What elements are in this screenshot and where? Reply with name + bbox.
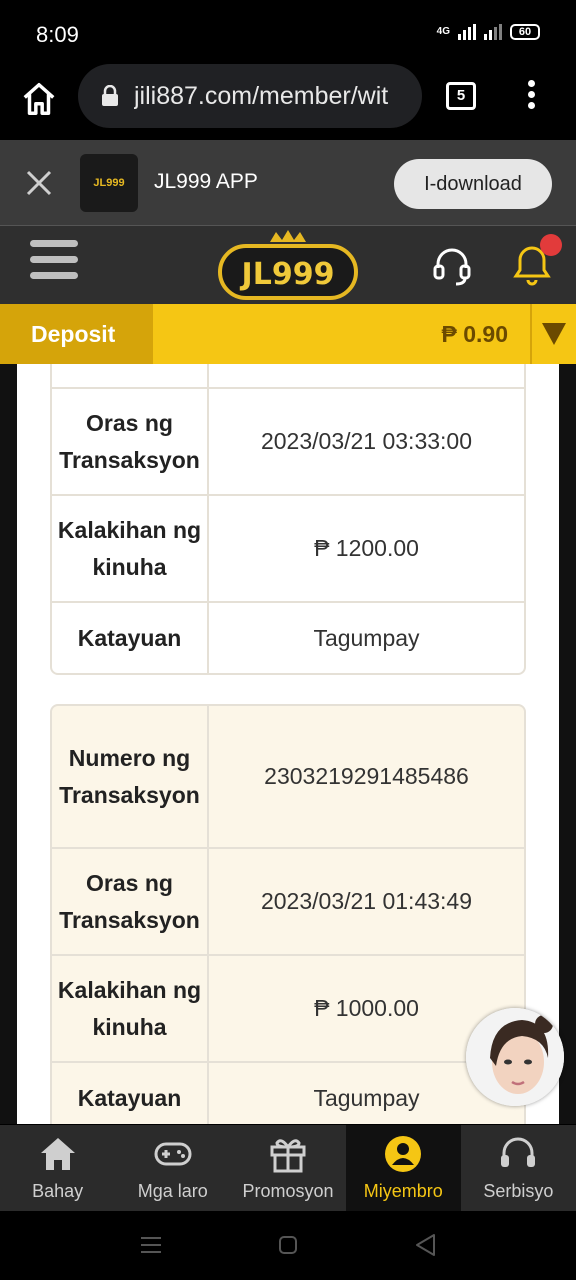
nav-label: Promosyon: [242, 1181, 334, 1201]
nav-label: Miyembro: [363, 1181, 443, 1201]
app-logo-text: JL999: [93, 177, 125, 189]
notification-bell-icon[interactable]: [510, 234, 562, 286]
tab-switcher-button[interactable]: 5: [446, 82, 476, 110]
table-row: Katayuan Tagumpay: [52, 603, 524, 673]
balance-dropdown-button[interactable]: [530, 304, 576, 364]
home-icon: [40, 1138, 75, 1170]
status-bar: 8:09 4G 60: [0, 0, 576, 64]
gamepad-icon: [154, 1142, 192, 1166]
nav-item-mga-laro[interactable]: Mga laro: [115, 1125, 230, 1211]
app-banner: JL999 JL999 APP I-download: [0, 140, 576, 226]
row-label: Oras ng Transaksyon: [52, 849, 209, 954]
table-row: Kalakihan ng kinuha ₱ 1000.00: [52, 956, 524, 1063]
transaction-card: Numero ng Transaksyon 2303219291485486 O…: [50, 704, 526, 1124]
table-row: Katayuan Tagumpay: [52, 1063, 524, 1124]
notification-badge: [540, 234, 562, 256]
status-time: 8:09: [36, 22, 79, 47]
row-value: 2303219291485486: [264, 763, 469, 789]
row-label: Numero ng Transaksyon: [52, 706, 209, 847]
table-row: Kalakihan ng kinuha ₱ 1200.00: [52, 496, 524, 603]
brand-text: JL999: [240, 257, 335, 292]
row-value: 2023/03/21 01:43:49: [260, 888, 473, 914]
brand-logo[interactable]: JL999: [214, 228, 362, 302]
agent-face-icon: [466, 1008, 564, 1106]
table-row: Oras ng Transaksyon 2023/03/21 03:33:00: [52, 389, 524, 496]
bottom-navigation: Bahay Mga laro Promosyon Miyembro Serbis…: [0, 1125, 576, 1211]
nav-label: Serbisyo: [483, 1181, 554, 1201]
row-label: Oras ng Transaksyon: [52, 389, 209, 494]
signal-icon: [458, 24, 476, 40]
row-label: Kalakihan ng kinuha: [52, 956, 209, 1061]
more-menu-icon[interactable]: [524, 80, 538, 112]
close-icon[interactable]: [24, 168, 54, 198]
app-name: JL999 APP: [154, 170, 258, 193]
back-icon[interactable]: [414, 1233, 436, 1257]
app-logo: JL999: [80, 154, 138, 212]
system-home-icon[interactable]: [278, 1235, 298, 1255]
hamburger-menu-icon[interactable]: [30, 240, 78, 288]
live-chat-avatar[interactable]: [466, 1008, 564, 1106]
table-row: Oras ng Transaksyon 2023/03/21 01:43:49: [52, 849, 524, 956]
support-headset-icon[interactable]: [430, 244, 474, 288]
history-panel: Oras ng Transaksyon 2023/03/21 03:33:00 …: [17, 364, 559, 1124]
site-header: JL999: [0, 226, 576, 304]
browser-bar: jili887.com/member/wit 5: [0, 64, 576, 140]
home-icon[interactable]: [20, 80, 58, 118]
gift-icon: [270, 1139, 306, 1173]
row-value: Tagumpay: [313, 624, 420, 651]
nav-item-miyembro[interactable]: Miyembro: [345, 1125, 461, 1211]
lock-icon: [102, 85, 118, 106]
withdrawal-history: Oras ng Transaksyon 2023/03/21 03:33:00 …: [0, 364, 576, 1124]
balance-amount: ₱ 0.90: [441, 321, 509, 347]
chevron-down-icon: [542, 323, 566, 345]
row-value: 2023/03/21 03:33:00: [260, 428, 473, 454]
transaction-card: Oras ng Transaksyon 2023/03/21 03:33:00 …: [50, 364, 526, 675]
system-navigation-bar: [0, 1211, 576, 1280]
nav-label: Mga laro: [137, 1181, 208, 1201]
headset-icon: [501, 1137, 536, 1167]
battery-icon: 60: [510, 24, 540, 40]
row-value: ₱ 1200.00: [314, 535, 419, 561]
download-button[interactable]: I-download: [394, 159, 552, 209]
deposit-button[interactable]: Deposit: [0, 304, 153, 364]
recent-apps-icon[interactable]: [140, 1235, 162, 1255]
status-icons: 4G 60: [437, 24, 540, 40]
address-bar[interactable]: jili887.com/member/wit: [78, 64, 422, 128]
nav-label: Bahay: [32, 1181, 84, 1201]
nav-item-promosyon[interactable]: Promosyon: [230, 1125, 345, 1211]
deposit-bar: Deposit ₱ 0.90: [0, 304, 576, 364]
member-icon: [385, 1136, 422, 1172]
signal-icon-2: [484, 24, 502, 40]
network-type: 4G: [436, 26, 450, 37]
row-label: Katayuan: [52, 603, 209, 673]
row-label: Katayuan: [52, 1063, 209, 1124]
table-row: [52, 364, 524, 389]
row-label: Kalakihan ng kinuha: [52, 496, 209, 601]
nav-item-serbisyo[interactable]: Serbisyo: [461, 1125, 576, 1211]
url-text: jili887.com/member/wit: [134, 81, 389, 110]
nav-item-bahay[interactable]: Bahay: [0, 1125, 115, 1211]
table-row: Numero ng Transaksyon 2303219291485486: [52, 706, 524, 849]
